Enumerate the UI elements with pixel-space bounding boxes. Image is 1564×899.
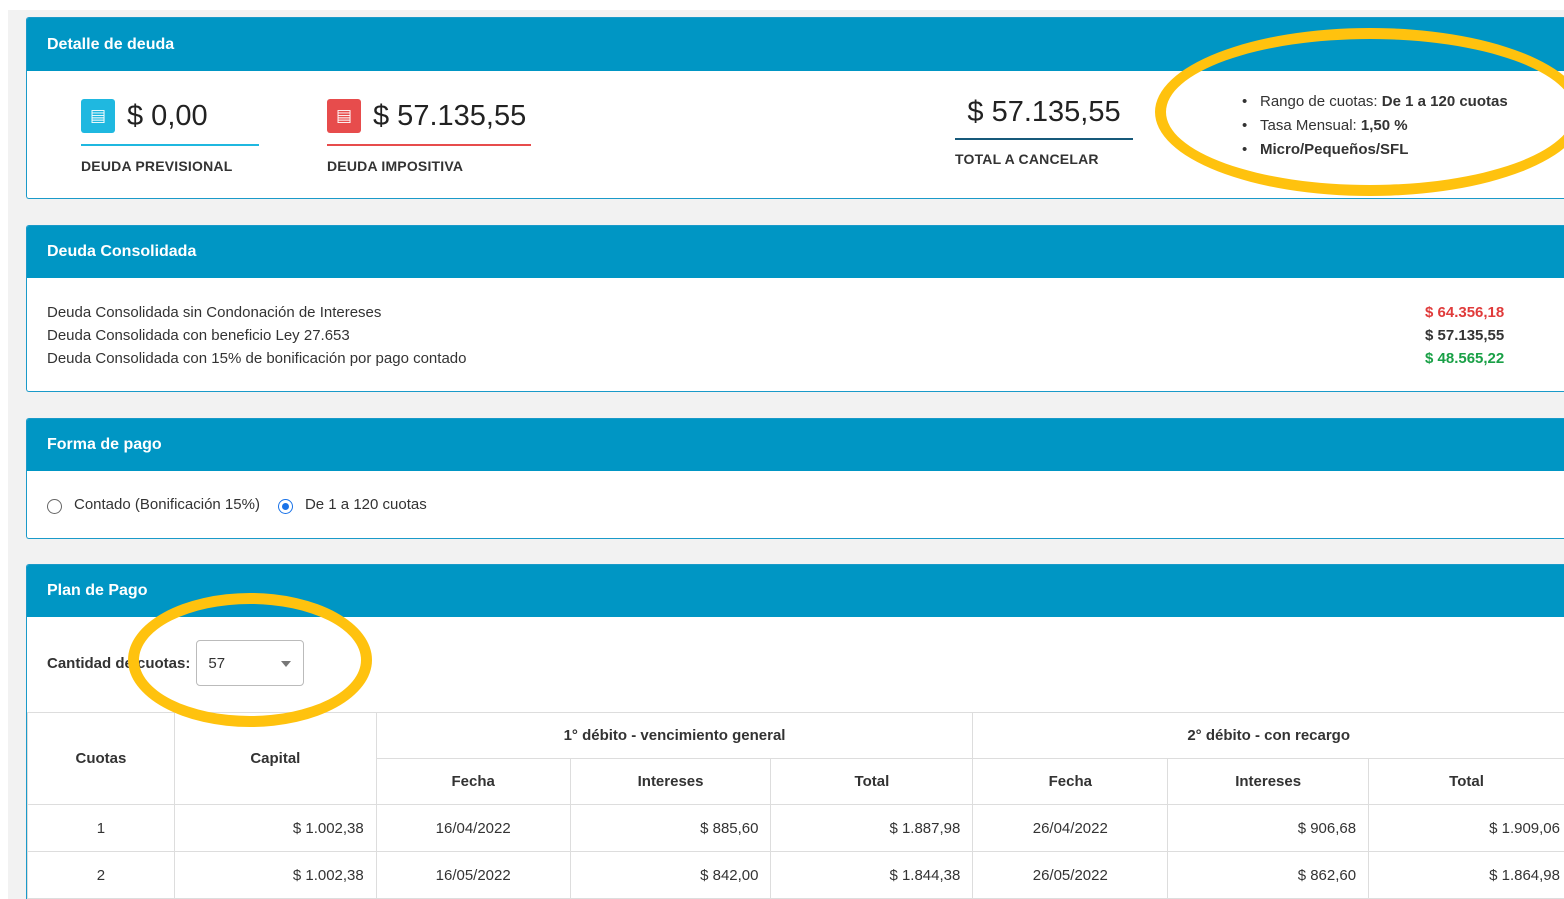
deuda-consolidada-panel: Deuda Consolidada Deuda Consolidada sin … (26, 225, 1564, 392)
header-fecha: Fecha (972, 758, 1169, 805)
plan-pago-panel: Plan de Pago Cantidad de cuotas: 57 Cuot… (26, 564, 1564, 899)
header-intereses: Intereses (1167, 758, 1370, 805)
deuda-previsional-amount: $ 0,00 (127, 99, 208, 132)
rango-cuotas-item: Rango de cuotas: De 1 a 120 cuotas (1242, 90, 1508, 114)
header-cuotas: Cuotas (27, 712, 175, 805)
header-debito1: 1° débito - vencimiento general (375, 712, 974, 759)
forma-pago-title: Forma de pago (27, 419, 1564, 471)
consolidada-rows: Deuda Consolidada sin Condonación de Int… (47, 301, 1564, 370)
consolidada-value: $ 57.135,55 (1425, 327, 1505, 344)
cell-total1: $ 1.844,38 (770, 851, 974, 899)
deuda-impositiva-amount: $ 57.135,55 (373, 99, 527, 132)
cell-fecha1: 16/04/2022 (375, 804, 571, 852)
total-underline (955, 138, 1133, 140)
deuda-impositiva-label: DEUDA IMPOSITIVA (327, 158, 464, 174)
cantidad-cuotas-label: Cantidad de cuotas: (47, 654, 191, 672)
condiciones-list: Rango de cuotas: De 1 a 120 cuotas Tasa … (1242, 90, 1508, 162)
cantidad-cuotas-select[interactable]: 57 (196, 640, 305, 686)
cell-capital: $ 1.002,38 (173, 804, 377, 852)
document-icon: ▤ (81, 99, 115, 133)
forma-pago-options: Contado (Bonificación 15%) De 1 a 120 cu… (47, 494, 427, 514)
total-cancelar-amount: $ 57.135,55 (967, 95, 1121, 128)
forma-pago-panel: Forma de pago Contado (Bonificación 15%)… (26, 418, 1564, 539)
consolidada-value: $ 48.565,22 (1425, 350, 1505, 367)
cell-intereses1: $ 842,00 (569, 851, 772, 899)
consolidada-row: Deuda Consolidada sin Condonación de Int… (47, 301, 1564, 324)
consolidada-row: Deuda Consolidada con 15% de bonificació… (47, 347, 1564, 370)
cell-fecha2: 26/04/2022 (972, 804, 1169, 852)
impositiva-underline (327, 144, 531, 146)
deuda-previsional-label: DEUDA PREVISIONAL (81, 158, 233, 174)
chevron-down-icon (281, 661, 292, 667)
cell-intereses1: $ 885,60 (569, 804, 772, 852)
radio-cuotas[interactable] (277, 499, 293, 514)
consolidada-row: Deuda Consolidada con beneficio Ley 27.6… (47, 324, 1564, 347)
cell-cuota: 1 (27, 804, 175, 852)
document-icon: ▤ (327, 99, 361, 133)
plan-table: Cuotas Capital 1° débito - vencimiento g… (27, 712, 1564, 899)
previsional-underline (81, 144, 259, 146)
deuda-previsional-box: ▤ $ 0,00 DEUDA PREVISIONAL (81, 96, 259, 174)
total-cancelar-label: TOTAL A CANCELAR (955, 151, 1099, 167)
header-capital: Capital (173, 712, 377, 805)
cantidad-cuotas-value: 57 (208, 654, 226, 672)
cell-intereses2: $ 906,68 (1167, 804, 1370, 852)
cell-total2: $ 1.864,98 (1368, 851, 1564, 899)
detalle-deuda-panel: Detalle de deuda ▤ $ 0,00 DEUDA PREVISIO… (26, 17, 1564, 199)
header-intereses: Intereses (569, 758, 772, 805)
header-debito2: 2° débito - con recargo (972, 712, 1564, 759)
cell-total1: $ 1.887,98 (770, 804, 974, 852)
categoria-item: Micro/Pequeños/SFL (1242, 138, 1508, 162)
cell-fecha1: 16/05/2022 (375, 851, 571, 899)
detalle-deuda-title: Detalle de deuda (27, 18, 1564, 71)
consolidada-value: $ 64.356,18 (1425, 304, 1505, 321)
cell-total2: $ 1.909,06 (1368, 804, 1564, 852)
cell-intereses2: $ 862,60 (1167, 851, 1370, 899)
deuda-impositiva-box: ▤ $ 57.135,55 DEUDA IMPOSITIVA (327, 96, 531, 174)
cell-fecha2: 26/05/2022 (972, 851, 1169, 899)
tasa-mensual-item: Tasa Mensual: 1,50 % (1242, 114, 1508, 138)
plan-pago-title: Plan de Pago (27, 565, 1564, 617)
radio-contado-label[interactable]: Contado (Bonificación 15%) (74, 496, 260, 513)
cantidad-cuotas-row: Cantidad de cuotas: 57 (47, 640, 305, 686)
table-row: 2 $ 1.002,38 16/05/2022 $ 842,00 $ 1.844… (27, 851, 1564, 899)
radio-cuotas-label[interactable]: De 1 a 120 cuotas (305, 496, 427, 513)
cell-cuota: 2 (27, 851, 175, 899)
header-total: Total (770, 758, 974, 805)
cell-capital: $ 1.002,38 (173, 851, 377, 899)
header-fecha: Fecha (375, 758, 571, 805)
radio-contado[interactable] (47, 499, 62, 514)
header-total: Total (1368, 758, 1564, 805)
table-row: 1 $ 1.002,38 16/04/2022 $ 885,60 $ 1.887… (27, 804, 1564, 852)
total-cancelar-box: $ 57.135,55 TOTAL A CANCELAR (955, 92, 1133, 167)
deuda-consolidada-title: Deuda Consolidada (27, 226, 1564, 278)
